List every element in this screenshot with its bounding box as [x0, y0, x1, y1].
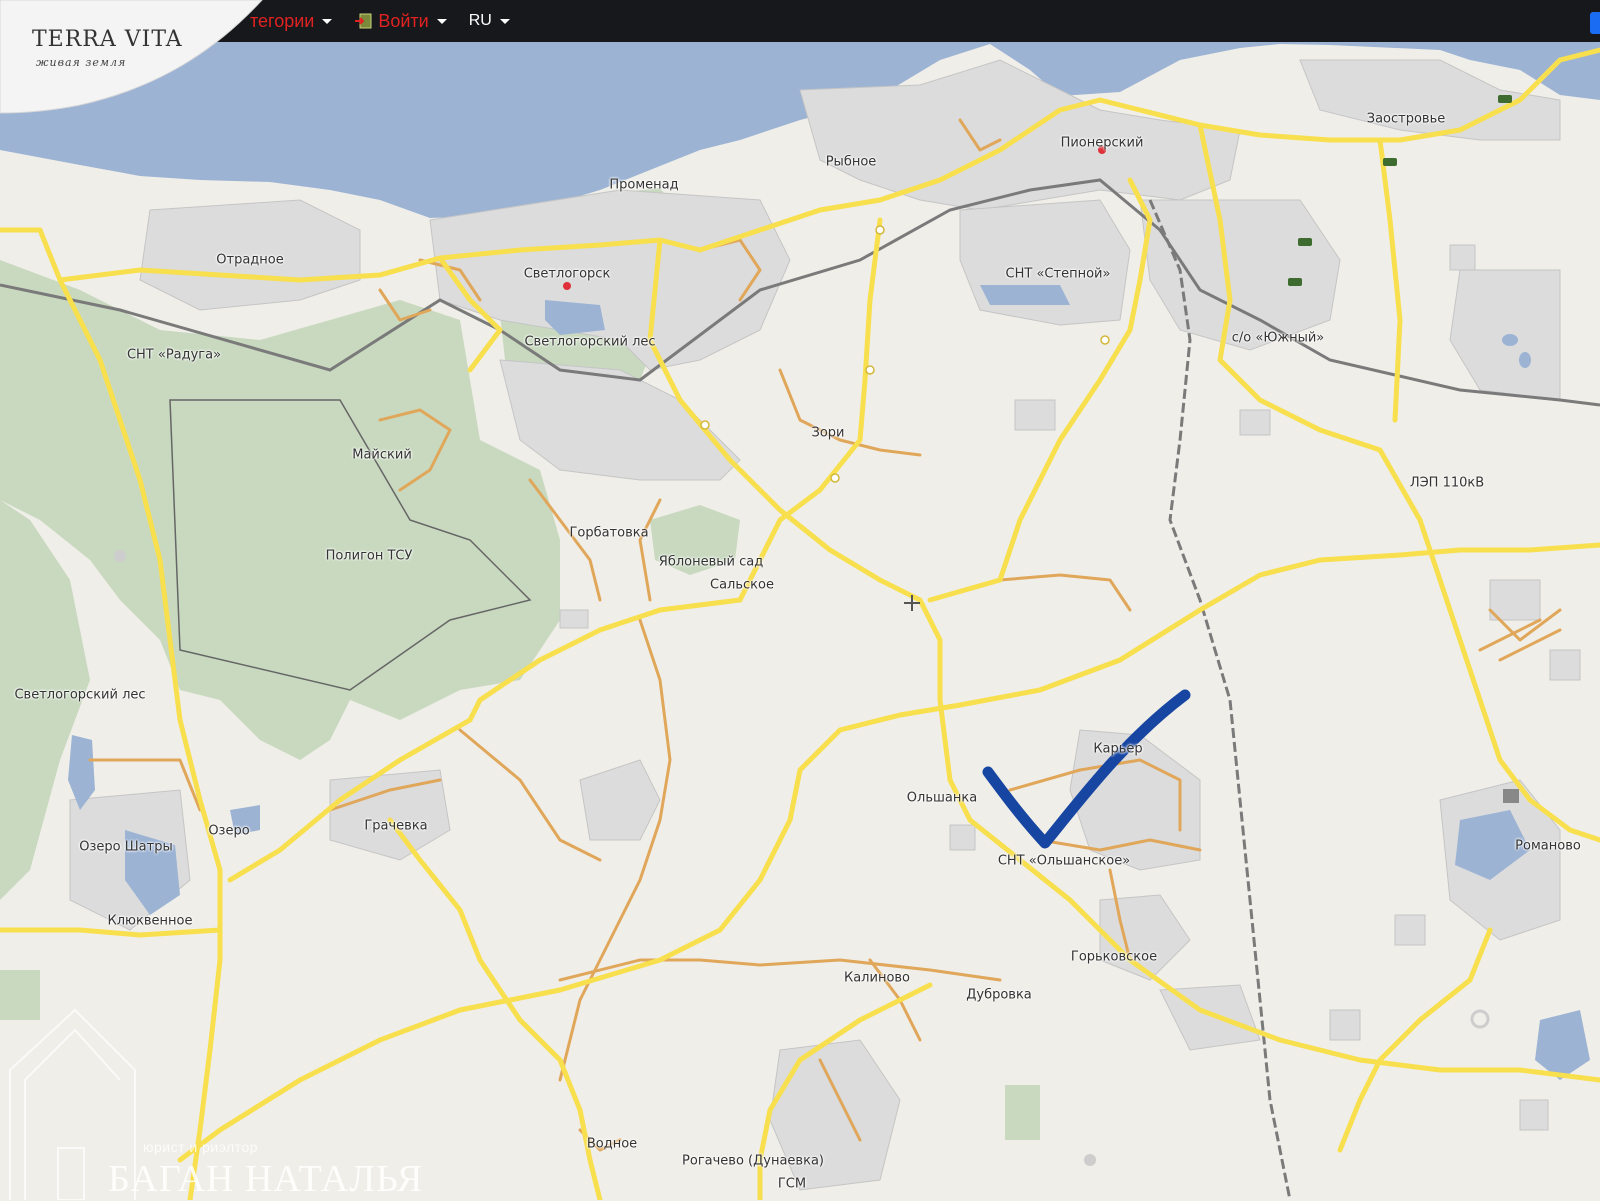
language-selector[interactable]: RU: [469, 12, 510, 30]
label-otradnoe[interactable]: Отрадное: [216, 253, 283, 268]
logo[interactable]: TERRA VITA живая земля: [0, 0, 270, 116]
label-svetlogorsky-les[interactable]: Светлогорский лес: [524, 335, 655, 350]
label-svetlogorsky-les-left[interactable]: Светлогорский лес: [14, 688, 145, 703]
label-romanovo[interactable]: Романово: [1515, 839, 1581, 854]
label-ozero[interactable]: Озеро: [208, 824, 249, 839]
label-snt-stepnoy[interactable]: СНТ «Степной»: [1006, 267, 1111, 282]
label-snt-raduga[interactable]: СНТ «Радуга»: [127, 348, 221, 363]
edge-button[interactable]: [1590, 12, 1600, 34]
map-canvas[interactable]: [0, 0, 1600, 1200]
label-klyukvennoe[interactable]: Клюквенное: [108, 914, 193, 929]
label-zori[interactable]: Зори: [812, 426, 845, 441]
label-rybnoe[interactable]: Рыбное: [826, 155, 877, 170]
login-icon: [354, 13, 372, 29]
label-rogachevo[interactable]: Рогачево (Дунаевка): [682, 1154, 824, 1169]
label-so-yuzhny[interactable]: с/о «Южный»: [1232, 331, 1324, 346]
language-label: RU: [468, 12, 492, 29]
watermark-subtitle: юрист и риэлтор: [143, 1139, 259, 1155]
forest-small-2: [0, 970, 40, 1020]
login-label: Войти: [378, 10, 429, 31]
login-menu[interactable]: Войти: [354, 10, 447, 32]
label-zaostrovye[interactable]: Заостровье: [1367, 112, 1446, 127]
label-maysky[interactable]: Майский: [352, 448, 412, 463]
label-gorkovskoe[interactable]: Горьковское: [1071, 950, 1157, 965]
chevron-down-icon: [322, 18, 333, 24]
nav-menu: тегории Войти RU: [250, 0, 510, 42]
label-yablonevy-sad[interactable]: Яблоневый сад: [659, 555, 763, 570]
logo-subtitle: живая земля: [36, 56, 127, 69]
watermark-name: БАГАН НАТАЛЬЯ: [108, 1158, 424, 1200]
chevron-down-icon: [436, 18, 447, 24]
forest-small-1: [1005, 1085, 1040, 1140]
label-olshanka[interactable]: Ольшанка: [907, 791, 977, 806]
label-salskoe[interactable]: Сальское: [710, 578, 774, 593]
label-pionersky[interactable]: Пионерский: [1061, 136, 1144, 151]
label-karyer[interactable]: Карьер: [1093, 742, 1142, 757]
label-gorbatovka[interactable]: Горбатовка: [569, 526, 648, 541]
label-grachevka[interactable]: Грачевка: [364, 819, 427, 834]
label-kalinovo[interactable]: Калиново: [844, 971, 910, 986]
chevron-down-icon: [499, 18, 510, 24]
label-svetlogorsk[interactable]: Светлогорск: [524, 267, 611, 282]
logo-title: TERRA VITA: [32, 27, 183, 52]
label-poligon[interactable]: Полигон ТСУ: [326, 549, 413, 564]
label-dubrovka[interactable]: Дубровка: [966, 988, 1032, 1003]
label-ozero-shatry[interactable]: Озеро Шатры: [79, 840, 172, 855]
label-snt-olshanskoe[interactable]: СНТ «Ольшанское»: [998, 854, 1130, 869]
label-vodnoe[interactable]: Водное: [587, 1137, 637, 1152]
label-gsm[interactable]: ГСМ: [778, 1177, 806, 1192]
label-promenad[interactable]: Променад: [609, 178, 678, 193]
label-lep[interactable]: ЛЭП 110кВ: [1410, 476, 1484, 491]
